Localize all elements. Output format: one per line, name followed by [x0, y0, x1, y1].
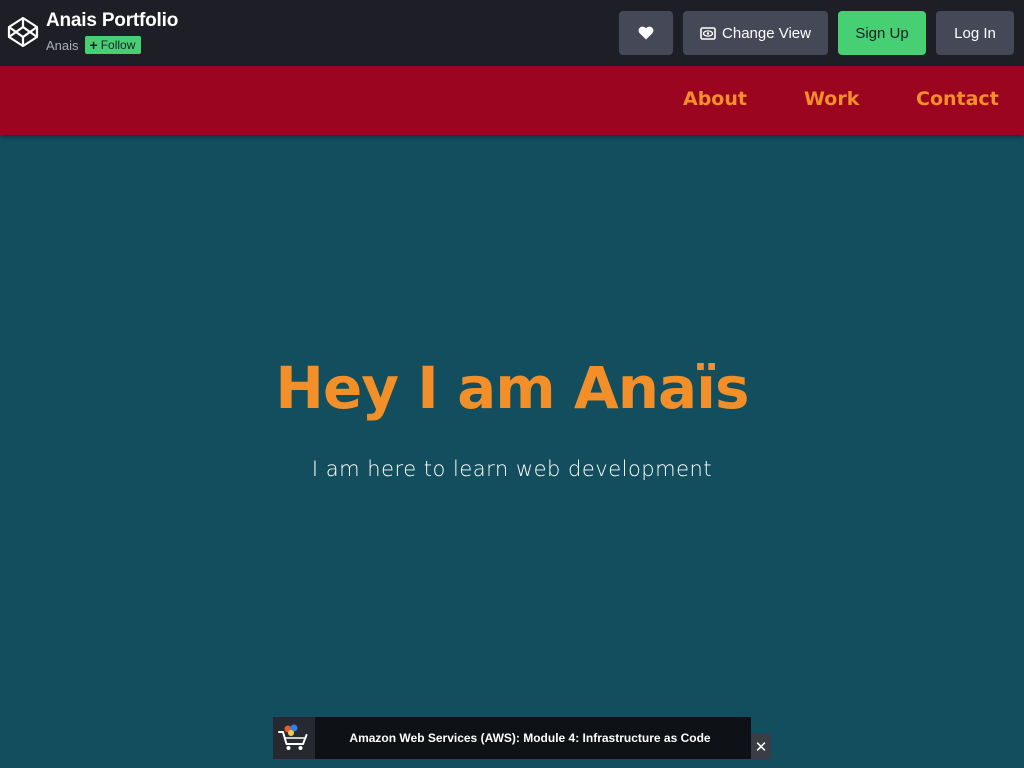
- nav-link-work[interactable]: Work: [804, 88, 859, 110]
- change-view-button[interactable]: Change View: [683, 11, 828, 55]
- codepen-logo-icon[interactable]: [7, 16, 39, 48]
- sponsored-ad-banner[interactable]: Amazon Web Services (AWS): Module 4: Inf…: [273, 717, 751, 759]
- follow-button[interactable]: + Follow: [84, 36, 142, 54]
- ad-text[interactable]: Amazon Web Services (AWS): Module 4: Inf…: [315, 731, 751, 745]
- codepen-header: Anais Portfolio Anais + Follow Change Vi…: [0, 0, 1024, 66]
- cart-icon: [278, 724, 308, 750]
- heart-button[interactable]: [619, 11, 673, 55]
- hero-title: Hey I am Anaïs: [275, 354, 749, 422]
- ad-icon-container: [273, 717, 315, 759]
- pen-title-block: Anais Portfolio Anais + Follow: [46, 9, 178, 54]
- change-view-label: Change View: [722, 24, 811, 42]
- hero-subtitle: I am here to learn web development: [311, 457, 713, 481]
- nav-link-contact[interactable]: Contact: [916, 88, 999, 110]
- log-in-button[interactable]: Log In: [936, 11, 1014, 55]
- heart-icon: [638, 26, 654, 40]
- pen-title: Anais Portfolio: [46, 10, 179, 31]
- site-navigation: About Work Contact: [0, 66, 1024, 135]
- nav-link-about[interactable]: About: [683, 88, 747, 110]
- eye-icon: [700, 26, 716, 40]
- sign-up-button[interactable]: Sign Up: [838, 11, 926, 55]
- follow-label: Follow: [100, 38, 136, 52]
- close-icon[interactable]: ✕: [751, 734, 771, 759]
- plus-icon: +: [89, 37, 98, 53]
- author-link[interactable]: Anais: [46, 38, 79, 53]
